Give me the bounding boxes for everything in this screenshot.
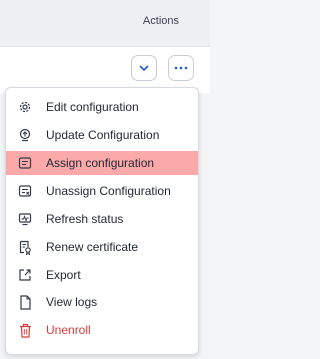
document-icon (18, 294, 32, 310)
menu-item-unassign-configuration[interactable]: Unassign Configuration (6, 179, 198, 203)
menu-item-label: View logs (46, 295, 98, 309)
menu-item-view-logs[interactable]: View logs (6, 290, 198, 314)
actions-column-header: Actions (142, 15, 179, 27)
chevron-down-icon (138, 62, 150, 74)
unassign-configuration-icon (18, 183, 32, 199)
menu-item-label: Export (46, 268, 81, 282)
menu-item-edit-configuration[interactable]: Edit configuration (6, 95, 198, 119)
refresh-status-icon (18, 211, 32, 227)
menu-item-renew-certificate[interactable]: Renew certificate (6, 235, 198, 259)
table-header: Actions (0, 0, 210, 47)
assign-configuration-icon (18, 155, 32, 171)
export-icon (18, 267, 32, 283)
menu-item-unenroll[interactable]: Unenroll (6, 318, 198, 342)
expand-button[interactable] (131, 55, 157, 81)
more-horizontal-icon (174, 66, 188, 70)
menu-item-label: Edit configuration (46, 100, 139, 114)
gear-icon (18, 99, 32, 115)
menu-item-label: Unassign Configuration (46, 184, 171, 198)
menu-item-label: Refresh status (46, 212, 124, 226)
menu-item-export[interactable]: Export (6, 263, 198, 287)
menu-item-label: Update Configuration (46, 128, 160, 142)
actions-menu: Edit configuration Update Configuration … (5, 87, 199, 355)
menu-item-label: Unenroll (46, 323, 91, 337)
more-actions-button[interactable] (168, 55, 194, 81)
menu-item-label: Assign configuration (46, 156, 155, 170)
update-configuration-icon (18, 127, 32, 143)
menu-item-update-configuration[interactable]: Update Configuration (6, 123, 198, 147)
certificate-icon (18, 239, 32, 255)
menu-item-refresh-status[interactable]: Refresh status (6, 207, 198, 231)
menu-item-assign-configuration[interactable]: Assign configuration (6, 151, 198, 175)
menu-item-label: Renew certificate (46, 240, 139, 254)
trash-icon (18, 322, 32, 338)
